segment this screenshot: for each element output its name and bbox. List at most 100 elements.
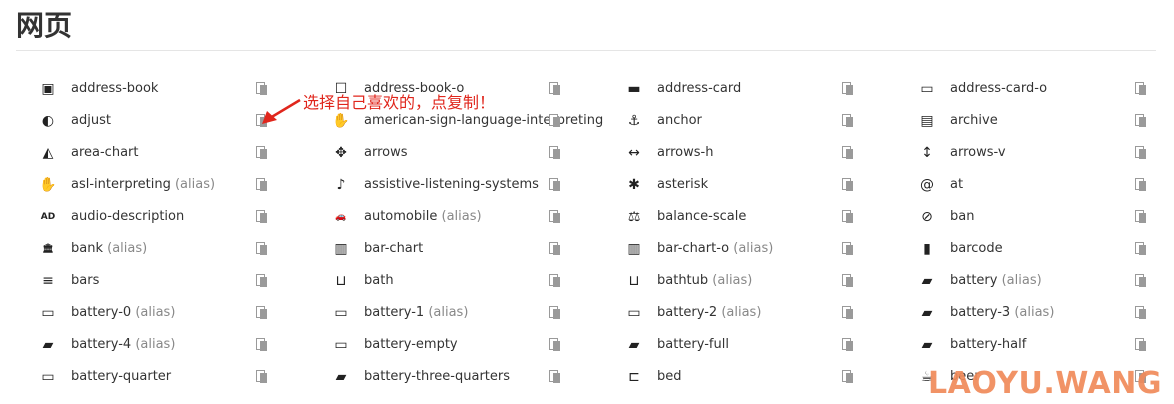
icon-name-text: arrows-v	[950, 145, 1006, 160]
icon-list-item: ▰ battery (alias)	[879, 265, 1172, 297]
icon-name-label: address-book	[71, 80, 158, 98]
copy-icon[interactable]	[1135, 210, 1149, 224]
copy-icon[interactable]	[842, 306, 856, 320]
copy-icon[interactable]	[842, 82, 856, 96]
icon-name-label: automobile (alias)	[364, 208, 482, 226]
copy-icon[interactable]	[549, 114, 563, 128]
copy-icon[interactable]	[549, 82, 563, 96]
icon-alias-label: (alias)	[107, 241, 148, 256]
icon-grid: ▣ address-book ☐ address-book-o ▬ address-car…	[0, 73, 1174, 393]
copy-icon[interactable]	[256, 146, 270, 160]
watermark: LAOYU.WANG	[928, 366, 1162, 401]
icon-name-label: anchor	[657, 112, 702, 130]
copy-icon[interactable]	[256, 178, 270, 192]
copy-icon[interactable]	[549, 338, 563, 352]
icon-list-item: ▣ address-book	[0, 73, 293, 105]
copy-icon[interactable]	[842, 242, 856, 256]
icon-name-text: barcode	[950, 241, 1003, 256]
copy-icon[interactable]	[256, 306, 270, 320]
icon-name-label: bathtub (alias)	[657, 272, 752, 290]
icon-list-item: ⊔ bathtub (alias)	[586, 265, 879, 297]
icon-name-text: address-card	[657, 81, 742, 96]
icon-name-text: battery-4	[71, 337, 132, 352]
copy-icon[interactable]	[549, 146, 563, 160]
icon-list-item: ▰ battery-3 (alias)	[879, 297, 1172, 329]
icon-list-item: ⚓ anchor	[586, 105, 879, 137]
barcode-icon: ▮	[923, 241, 931, 257]
automobile-icon: 🚗	[335, 212, 347, 222]
copy-icon[interactable]	[842, 146, 856, 160]
icon-name-label: battery-4 (alias)	[71, 336, 175, 354]
icon-name-text: battery-quarter	[71, 369, 172, 384]
copy-icon[interactable]	[1135, 146, 1149, 160]
icon-name-label: archive	[950, 112, 998, 130]
copy-icon[interactable]	[842, 370, 856, 384]
bath-icon: ⊔	[335, 273, 347, 289]
icon-list-item: ⊔ bath	[293, 265, 586, 297]
copy-icon[interactable]	[1135, 338, 1149, 352]
copy-icon[interactable]	[1135, 274, 1149, 288]
icon-name-label: bar-chart	[364, 240, 423, 258]
assistive-listening-systems-icon: ♪	[336, 177, 346, 193]
icon-name-text: balance-scale	[657, 209, 747, 224]
icon-list-item: ▮ barcode	[879, 233, 1172, 265]
icon-list-item: ⊏ bed	[586, 361, 879, 393]
copy-icon[interactable]	[842, 338, 856, 352]
copy-icon[interactable]	[842, 178, 856, 192]
icon-name-text: assistive-listening-systems	[364, 177, 539, 192]
icon-alias-label: (alias)	[1001, 273, 1042, 288]
address-card-o-icon: ▭	[920, 81, 934, 97]
copy-icon[interactable]	[549, 306, 563, 320]
copy-icon[interactable]	[256, 370, 270, 384]
icon-name-label: battery-full	[657, 336, 729, 354]
icon-name-label: audio-description	[71, 208, 184, 226]
copy-icon[interactable]	[1135, 178, 1149, 192]
annotation-arrow-icon	[262, 98, 301, 124]
icon-name-text: battery-1	[364, 305, 425, 320]
icon-name-label: battery-3 (alias)	[950, 304, 1054, 322]
icon-alias-label: (alias)	[135, 305, 176, 320]
icon-alias-label: (alias)	[721, 305, 762, 320]
archive-icon: ▤	[920, 113, 934, 129]
icon-name-label: arrows-v	[950, 144, 1006, 162]
page-title: 网页	[16, 9, 73, 42]
copy-icon[interactable]	[256, 210, 270, 224]
asl-interpreting-icon: ✋	[39, 177, 57, 193]
battery-1-icon: ▭	[334, 305, 348, 321]
copy-icon[interactable]	[842, 210, 856, 224]
copy-icon[interactable]	[549, 370, 563, 384]
copy-icon[interactable]	[256, 338, 270, 352]
icon-list-item: ▭ battery-0 (alias)	[0, 297, 293, 329]
icon-name-text: asl-interpreting	[71, 177, 171, 192]
icon-name-label: battery (alias)	[950, 272, 1042, 290]
icon-alias-label: (alias)	[174, 177, 216, 192]
copy-icon[interactable]	[256, 82, 270, 96]
icon-list-item: @ at	[879, 169, 1172, 201]
icon-name-label: adjust	[71, 112, 111, 130]
copy-icon[interactable]	[1135, 114, 1149, 128]
copy-icon[interactable]	[549, 274, 563, 288]
icon-name-text: at	[950, 177, 964, 192]
icon-name-label: battery-0 (alias)	[71, 304, 175, 322]
battery-3-icon: ▰	[921, 305, 933, 321]
icon-name-label: balance-scale	[657, 208, 746, 226]
copy-icon[interactable]	[549, 210, 563, 224]
copy-icon[interactable]	[842, 274, 856, 288]
icon-name-label: barcode	[950, 240, 1003, 258]
copy-icon[interactable]	[256, 274, 270, 288]
icon-name-label: ban	[950, 208, 974, 226]
copy-icon[interactable]	[549, 242, 563, 256]
arrows-v-icon: ↕	[921, 145, 933, 161]
copy-icon[interactable]	[549, 178, 563, 192]
icon-alias-label: (alias)	[428, 305, 469, 320]
copy-icon[interactable]	[256, 242, 270, 256]
icon-name-label: at	[950, 176, 963, 194]
battery-full-icon: ▰	[628, 337, 640, 353]
copy-icon[interactable]	[1135, 242, 1149, 256]
bar-chart-icon: ▥	[334, 241, 348, 257]
copy-icon[interactable]	[1135, 82, 1149, 96]
icon-list-item: ◐ adjust	[0, 105, 293, 137]
at-icon: @	[920, 177, 934, 193]
copy-icon[interactable]	[842, 114, 856, 128]
copy-icon[interactable]	[1135, 306, 1149, 320]
